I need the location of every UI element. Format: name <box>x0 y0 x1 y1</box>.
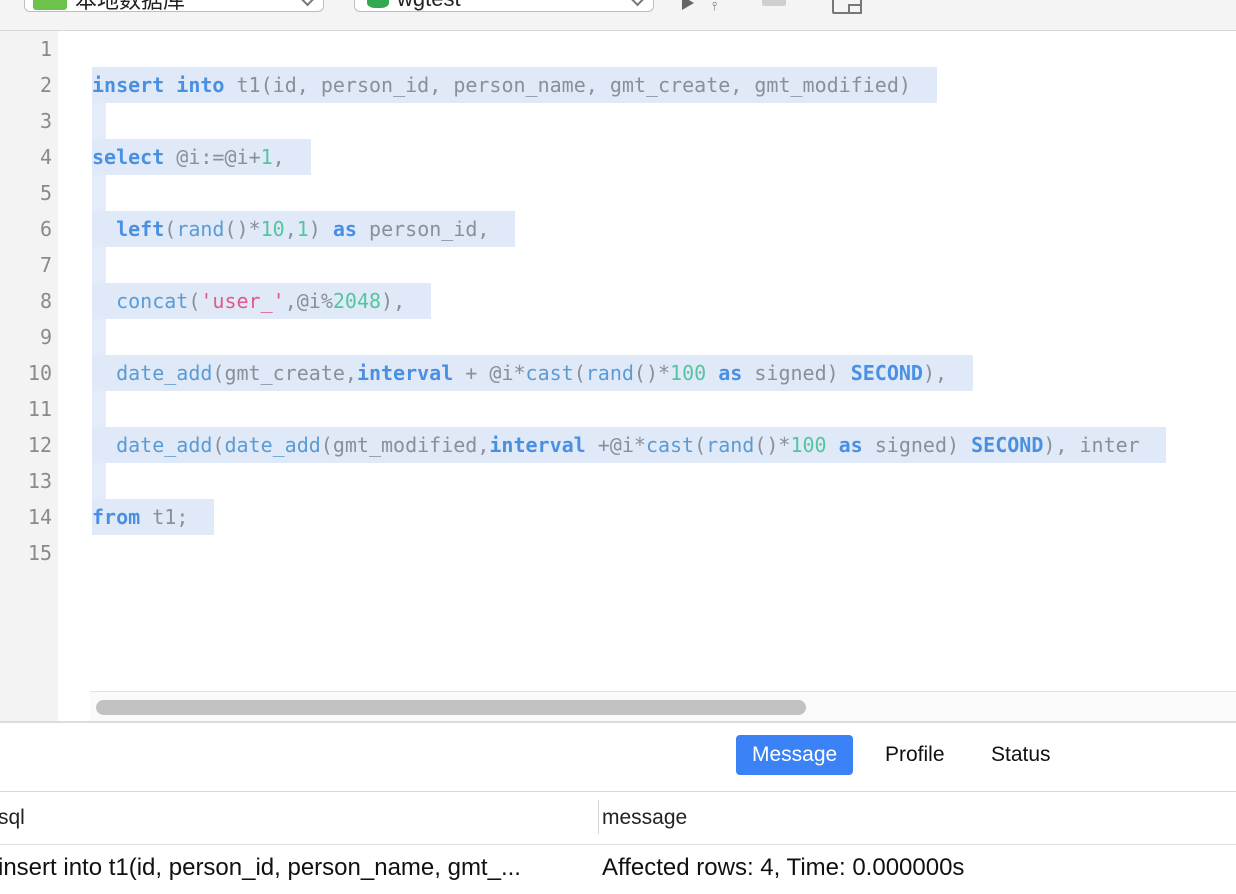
connection-label: 本地数据库 <box>75 0 186 13</box>
tab-profile[interactable]: Profile <box>869 735 961 775</box>
line-number: 3 <box>39 109 52 133</box>
code-line-text: concat('user_',@i%2048), <box>92 283 432 319</box>
stop-icon[interactable] <box>762 0 786 6</box>
line-number: 6 <box>39 217 52 241</box>
line-number: 12 <box>27 433 52 457</box>
database-label: wgtest <box>397 0 461 12</box>
result-tabs: Message Profile Status <box>0 723 1236 792</box>
sql-editor[interactable]: 1 2 3 4 5 6 7 8 9 10 11 12 13 14 15 inse… <box>0 31 1236 721</box>
code-line: select @i:=@i+1, <box>92 139 311 175</box>
column-separator[interactable] <box>598 800 599 834</box>
line-number: 4 <box>39 145 52 169</box>
database-icon <box>367 0 389 8</box>
line-number: 5 <box>39 181 52 205</box>
code-line: left(rand()*10,1) as person_id, <box>92 211 516 247</box>
line-number: 9 <box>39 325 52 349</box>
line-number: 15 <box>27 541 52 565</box>
code-line: insert into t1(id, person_id, person_nam… <box>92 67 937 103</box>
code-line: concat('user_',@i%2048), <box>92 283 432 319</box>
toolbar: 本地数据库 wgtest ⫯ <box>0 0 1236 31</box>
column-header-sql[interactable]: sql <box>0 806 25 830</box>
chevron-down-icon <box>629 0 646 7</box>
code-line-text: left(rand()*10,1) as person_id, <box>92 211 516 247</box>
code-line: date_add(date_add(gmt_modified,interval … <box>92 427 1166 463</box>
run-selected-icon[interactable]: ⫯ <box>712 0 717 12</box>
code-line: date_add(gmt_create,interval + @i*cast(r… <box>92 355 974 391</box>
line-number: 2 <box>39 73 52 97</box>
connection-icon <box>33 0 67 10</box>
explain-icon[interactable] <box>832 0 862 14</box>
database-selector[interactable]: wgtest <box>354 0 654 12</box>
line-number: 8 <box>39 289 52 313</box>
line-number: 14 <box>27 505 52 529</box>
code-line-text: select @i:=@i+1, <box>92 139 311 175</box>
tab-status[interactable]: Status <box>975 735 1067 775</box>
code-area[interactable]: insert into t1(id, person_id, person_nam… <box>92 31 1236 721</box>
line-number: 13 <box>27 469 52 493</box>
code-line-text: date_add(gmt_create,interval + @i*cast(r… <box>92 355 974 391</box>
code-line: from t1; <box>92 499 215 535</box>
line-number: 1 <box>39 37 52 61</box>
code-line-text: from t1; <box>92 499 215 535</box>
run-icon[interactable] <box>682 0 694 10</box>
line-number: 11 <box>27 397 52 421</box>
chevron-down-icon <box>299 0 316 7</box>
connection-selector[interactable]: 本地数据库 <box>24 0 324 13</box>
column-header-message[interactable]: message <box>602 806 687 830</box>
cell-message[interactable]: Affected rows: 4, Time: 0.000000s <box>602 854 1232 882</box>
code-line-text: insert into t1(id, person_id, person_nam… <box>92 67 937 103</box>
line-number-gutter: 1 2 3 4 5 6 7 8 9 10 11 12 13 14 15 <box>0 31 58 721</box>
line-number: 10 <box>27 361 52 385</box>
cell-sql[interactable]: insert into t1(id, person_id, person_nam… <box>0 854 592 882</box>
result-grid-header: sql message <box>0 792 1236 845</box>
line-number: 7 <box>39 253 52 277</box>
code-line-text: date_add(date_add(gmt_modified,interval … <box>92 427 1166 463</box>
horizontal-scrollbar-thumb[interactable] <box>96 700 806 715</box>
tab-message[interactable]: Message <box>736 735 854 775</box>
